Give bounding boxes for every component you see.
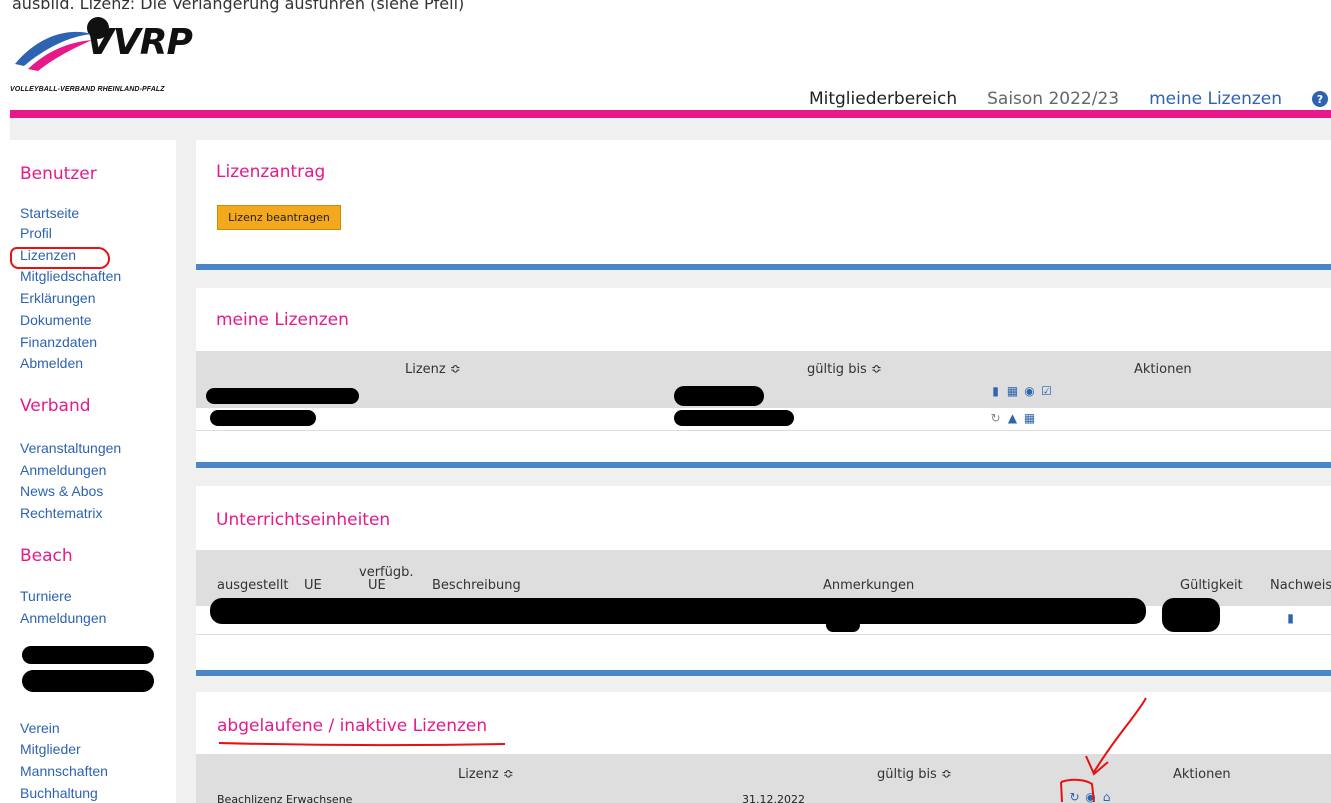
license-valid-until: 31.12.2022 xyxy=(742,793,805,803)
sidebar-item-profile[interactable]: Profil xyxy=(20,223,52,243)
redacted-block xyxy=(1162,598,1220,632)
column-header-issued[interactable]: ausgestellt xyxy=(217,578,288,593)
sidebar-item-club[interactable]: Verein xyxy=(20,718,60,738)
camera-icon[interactable]: ◉ xyxy=(1023,385,1036,397)
logo-text: VVRP xyxy=(86,22,193,63)
red-underline-annotation xyxy=(218,742,506,747)
nav-season[interactable]: Saison 2022/23 xyxy=(987,89,1119,109)
column-header-notes[interactable]: Anmerkungen xyxy=(823,578,914,593)
request-license-button[interactable]: Lizenz beantragen xyxy=(217,205,341,230)
redacted-block xyxy=(826,618,860,632)
column-header-actions: Aktionen xyxy=(1134,362,1192,377)
sidebar-section-beach: Beach xyxy=(20,546,73,566)
column-header-license[interactable]: Lizenz ≎ xyxy=(405,362,461,377)
graduation-cap-icon[interactable]: ▲ xyxy=(1006,412,1019,424)
sidebar-item-accounting[interactable]: Buchhaltung xyxy=(20,783,98,803)
column-header-validity[interactable]: Gültigkeit xyxy=(1180,578,1243,593)
panel-title: abgelaufene / inaktive Lizenzen xyxy=(217,716,488,736)
sidebar-item-events[interactable]: Veranstaltungen xyxy=(20,438,121,458)
print-icon[interactable]: ▦ xyxy=(1006,385,1019,397)
sidebar-item-memberships[interactable]: Mitgliedschaften xyxy=(20,266,121,286)
sidebar-item-registrations[interactable]: Anmeldungen xyxy=(20,460,106,480)
column-header-proof[interactable]: Nachweis xyxy=(1270,578,1331,593)
row-divider xyxy=(196,430,1331,431)
renew-icon[interactable]: ↻ xyxy=(989,412,1002,424)
redacted-block xyxy=(22,670,154,692)
help-icon[interactable]: ? xyxy=(1312,91,1328,107)
license-request-panel: Lizenzantrag Lizenz beantragen xyxy=(196,140,1331,270)
sidebar-item-teams[interactable]: Mannschaften xyxy=(20,761,108,781)
red-arrow-annotation xyxy=(1060,697,1147,803)
column-header-ue[interactable]: UE xyxy=(304,578,322,593)
sidebar-item-documents[interactable]: Dokumente xyxy=(20,310,92,330)
header-accent-bar xyxy=(10,110,1331,118)
sidebar-item-finance[interactable]: Finanzdaten xyxy=(20,332,97,352)
redacted-block xyxy=(22,646,154,664)
nav-members-area[interactable]: Mitgliederbereich xyxy=(809,89,957,109)
redacted-block xyxy=(674,386,764,406)
sidebar-item-home[interactable]: Startseite xyxy=(20,203,79,223)
column-header-actions: Aktionen xyxy=(1173,767,1231,782)
sidebar-item-beach-registrations[interactable]: Anmeldungen xyxy=(20,608,106,628)
print-icon[interactable]: ▦ xyxy=(1023,412,1036,424)
logo-subtitle: VOLLEYBALL-VERBAND RHEINLAND-PFALZ xyxy=(10,86,165,93)
cutoff-instruction-text: ausbild. Lizenz: Die Verlängerung ausfüh… xyxy=(12,0,465,13)
column-header-available-ue: UE xyxy=(368,578,386,593)
sidebar-item-declarations[interactable]: Erklärungen xyxy=(20,288,96,308)
sidebar-section-user: Benutzer xyxy=(20,164,97,184)
sidebar: Benutzer Startseite Profil Lizenzen Mitg… xyxy=(10,140,176,803)
row-divider xyxy=(196,407,1331,408)
sidebar-item-logout[interactable]: Abmelden xyxy=(20,353,83,373)
column-header-valid-until[interactable]: gültig bis ≎ xyxy=(877,767,952,782)
document-icon[interactable]: ▮ xyxy=(1284,612,1297,624)
sidebar-item-tournaments[interactable]: Turniere xyxy=(20,586,72,606)
lessons-panel: Unterrichtseinheiten ausgestellt UE verf… xyxy=(196,486,1331,676)
column-header-description[interactable]: Beschreibung xyxy=(432,578,521,593)
sidebar-item-members[interactable]: Mitglieder xyxy=(20,739,81,759)
column-header-valid-until[interactable]: gültig bis ≎ xyxy=(807,362,882,377)
nav-my-licenses[interactable]: meine Lizenzen xyxy=(1149,89,1282,109)
redacted-block xyxy=(210,598,1146,624)
my-licenses-panel: meine Lizenzen Lizenz ≎ gültig bis ≎ Akt… xyxy=(196,288,1331,468)
redacted-block xyxy=(206,388,359,404)
document-icon[interactable]: ▮ xyxy=(989,385,1002,397)
sidebar-item-rights-matrix[interactable]: Rechtematrix xyxy=(20,503,102,523)
checklist-icon[interactable]: ☑ xyxy=(1040,385,1053,397)
panel-title: meine Lizenzen xyxy=(216,310,349,330)
license-name: Beachlizenz Erwachsene xyxy=(217,793,353,803)
row-divider xyxy=(196,634,1331,635)
panel-title: Unterrichtseinheiten xyxy=(216,510,391,530)
sidebar-section-federation: Verband xyxy=(20,396,91,416)
column-header-license[interactable]: Lizenz ≎ xyxy=(458,767,514,782)
redacted-block xyxy=(210,410,316,426)
panel-title: Lizenzantrag xyxy=(216,162,326,182)
redacted-block xyxy=(674,410,794,426)
sidebar-item-news[interactable]: News & Abos xyxy=(20,481,103,501)
